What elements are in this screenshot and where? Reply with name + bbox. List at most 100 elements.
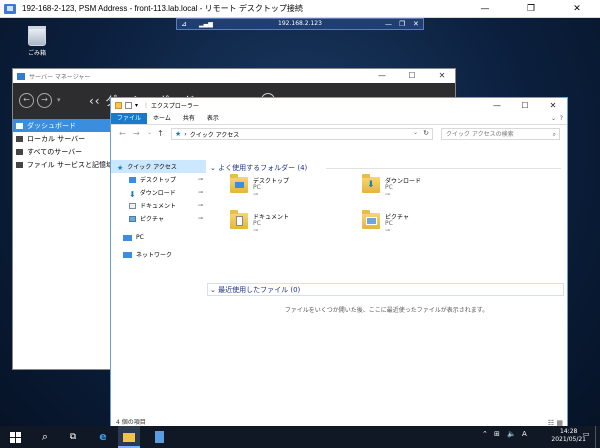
rdp-window-title: 192-168-2-123, PSM Address - front-113.l… [22, 4, 303, 13]
nav-back-icon[interactable]: ← [119, 129, 126, 138]
desktop-icon [129, 176, 136, 183]
search-input[interactable]: クイック アクセスの検索 ⌕ [441, 128, 560, 140]
connbar-minimize-icon[interactable]: — [385, 19, 392, 30]
title-separator: | [145, 102, 148, 109]
explorer-close-button[interactable]: ✕ [539, 98, 567, 113]
sm-nav-dashboard[interactable]: ダッシュボード [13, 119, 113, 132]
back-arrow-icon[interactable]: ← [19, 93, 34, 108]
quick-access-star-icon: ★ [117, 163, 124, 172]
forward-arrow-icon[interactable]: → [37, 93, 52, 108]
sm-minimize-button[interactable]: — [367, 69, 397, 83]
local-server-icon [16, 135, 23, 142]
sm-close-button[interactable]: ✕ [427, 69, 457, 83]
folder-tile-documents[interactable]: ドキュメント PC ⊸ [230, 210, 370, 242]
rdp-close-button[interactable]: ✕ [554, 0, 600, 18]
sm-nav-file-storage[interactable]: ファイル サービスと記憶域 [13, 158, 113, 171]
search-icon[interactable]: ⌕ [34, 426, 56, 448]
desktop-folder-icon [230, 174, 248, 193]
nav-quick-access[interactable]: ★ クイック アクセス [111, 160, 206, 173]
nav-downloads[interactable]: ⬇ ダウンロード ⊸ [111, 186, 206, 199]
rdp-restore-button[interactable]: ❐ [508, 0, 554, 18]
recycle-bin[interactable]: ごみ箱 [20, 26, 54, 57]
tab-home[interactable]: ホーム [147, 113, 177, 124]
nav-pictures[interactable]: ピクチャ ⊸ [111, 212, 206, 225]
explorer-maximize-button[interactable]: ☐ [511, 98, 539, 113]
sm-nav-label: ダッシュボード [27, 121, 76, 130]
sm-nav-local-server[interactable]: ローカル サーバー [13, 132, 113, 145]
explorer-folder-icon [115, 102, 122, 109]
task-view-icon[interactable]: ⧉ [62, 426, 84, 448]
recycle-bin-label: ごみ箱 [27, 50, 46, 57]
watermark-title: Windows のライセンス認証 [420, 371, 561, 384]
pictures-icon [129, 215, 136, 222]
server-manager-icon [17, 72, 25, 80]
activation-watermark: Windows のライセンス認証 設定を開き、Windows のライセンス認証を… [420, 369, 590, 407]
qat-dropdown-icon[interactable]: ▾ [135, 102, 138, 109]
nav-up-icon[interactable]: ↑ [157, 129, 164, 138]
nav-label: ドキュメント [140, 203, 177, 210]
nav-documents[interactable]: ドキュメント ⊸ [111, 199, 206, 212]
server-manager-title-bar[interactable]: サーバー マネージャー — ☐ ✕ [13, 69, 455, 83]
properties-icon[interactable] [125, 102, 132, 109]
sm-maximize-button[interactable]: ☐ [397, 69, 427, 83]
clock-time: 14:28 [560, 428, 578, 435]
pin-icon: ⊸ [197, 215, 203, 222]
collapse-chevron-icon[interactable]: ⌄ [210, 164, 216, 172]
nav-desktop[interactable]: デスクトップ ⊸ [111, 173, 206, 186]
pin-icon: ⊸ [197, 189, 203, 196]
rdp-minimize-button[interactable]: — [462, 0, 508, 18]
clock[interactable]: 14:28 2021/05/21 [551, 428, 586, 444]
all-servers-icon [16, 148, 23, 155]
address-dropdown-icon[interactable]: ⌄ [413, 129, 418, 136]
address-bar[interactable]: ★ › クイック アクセス ⌄ ↻ [171, 128, 433, 140]
edge-icon[interactable]: e [92, 426, 114, 448]
pin-icon: ⊸ [253, 227, 259, 234]
tab-share[interactable]: 共有 [177, 113, 201, 124]
nav-network[interactable]: ネットワーク [111, 248, 206, 261]
address-row: ← → ⌄ ↑ ★ › クイック アクセス ⌄ ↻ クイック アクセスの検索 ⌕ [111, 125, 567, 143]
nav-label: ピクチャ [140, 216, 164, 223]
recent-locations-icon[interactable]: ⌄ [147, 129, 152, 136]
pin-icon: ⊸ [385, 191, 391, 198]
explorer-title-bar[interactable]: ▾ | エクスプローラー — ☐ ✕ [111, 98, 567, 113]
ime-indicator[interactable]: A [522, 430, 527, 438]
remote-desktop: ⊿ ▂▄▆ 192.168.2.123 — ❐ ✕ ごみ箱 サーバー マネージャ… [0, 18, 600, 448]
explorer-minimize-button[interactable]: — [483, 98, 511, 113]
connbar-restore-icon[interactable]: ❐ [399, 19, 405, 30]
server-manager-taskbar-icon[interactable] [148, 426, 170, 448]
file-explorer-taskbar-icon[interactable] [118, 426, 140, 448]
rdp-connection-bar[interactable]: ⊿ ▂▄▆ 192.168.2.123 — ❐ ✕ [176, 18, 424, 30]
show-hidden-icons[interactable]: ⌃ [482, 430, 488, 438]
history-dropdown-icon[interactable]: ▾ [57, 96, 61, 104]
pc-icon [123, 234, 132, 241]
show-desktop-button[interactable] [595, 426, 600, 448]
collapse-chevron-icon[interactable]: ⌄ [210, 286, 216, 294]
folder-tile-pictures[interactable]: ピクチャ PC ⊸ [362, 210, 502, 242]
remote-desktop-app-icon [4, 3, 16, 14]
address-refresh-icon[interactable]: ↻ [423, 129, 429, 137]
nav-pc[interactable]: PC [111, 231, 206, 244]
group-header-label: 最近使用したファイル (0) [218, 286, 301, 294]
recent-files-header[interactable]: ⌄ 最近使用したファイル (0) [210, 285, 300, 295]
tab-view[interactable]: 表示 [201, 113, 225, 124]
connbar-close-icon[interactable]: ✕ [413, 19, 419, 30]
rdp-title-bar[interactable]: 192-168-2-123, PSM Address - front-113.l… [0, 0, 600, 18]
item-count: 4 個の項目 [116, 419, 146, 426]
folder-location: PC [385, 184, 393, 191]
volume-tray-icon[interactable]: 🔈 [507, 430, 516, 438]
sm-nav-label: ローカル サーバー [27, 134, 86, 143]
network-tray-icon[interactable]: ⊞ [494, 430, 500, 438]
path-separator-icon: › [184, 130, 187, 138]
nav-label: クイック アクセス [127, 164, 177, 171]
folder-tile-downloads[interactable]: ⬇ ダウンロード PC ⊸ [362, 174, 502, 206]
nav-label: ネットワーク [136, 252, 173, 259]
notifications-icon[interactable]: ▭ [583, 430, 590, 438]
nav-label: PC [136, 234, 144, 241]
folder-tile-desktop[interactable]: デスクトップ PC ⊸ [230, 174, 370, 206]
sm-nav-all-servers[interactable]: すべてのサーバー [13, 145, 113, 158]
tab-file[interactable]: ファイル [111, 113, 148, 124]
start-button[interactable] [4, 426, 26, 448]
frequent-folders-header[interactable]: ⌄ よく使用するフォルダー (4) [210, 163, 307, 173]
nav-forward-icon[interactable]: → [133, 129, 140, 138]
ribbon-expand-help-icons[interactable]: ⌄ ? [551, 113, 563, 125]
